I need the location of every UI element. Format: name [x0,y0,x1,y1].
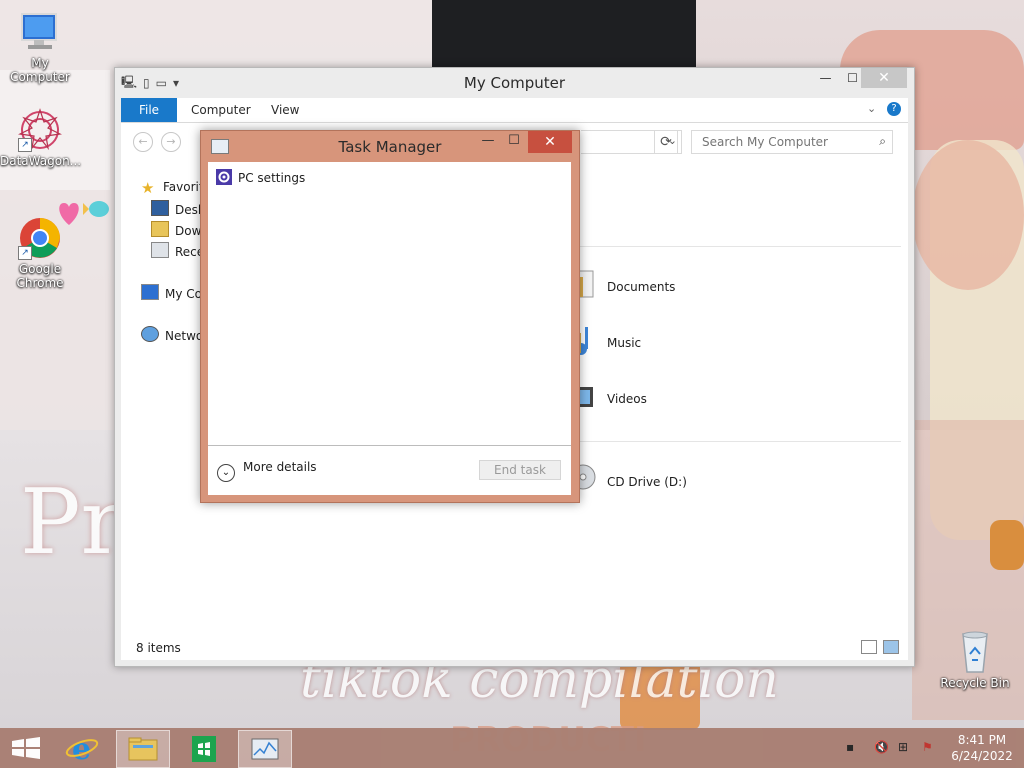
close-button[interactable]: ✕ [528,131,572,153]
maximize-button[interactable]: ☐ [503,131,525,153]
tab-view[interactable]: View [271,98,299,122]
refresh-button[interactable]: ⟳ [654,130,678,154]
folder-icon [128,737,158,761]
wallpaper-dark-panel [432,0,696,70]
desktop-icon-datawagon[interactable]: ↗ DataWagon... [0,108,82,168]
network-icon [141,326,159,342]
store-icon [192,736,216,762]
desktop-icon-label: Google Chrome [16,262,64,290]
network-status-icon[interactable]: ⊞ [898,740,908,754]
chevron-down-icon: ⌄ [217,464,235,482]
file-explorer-taskbar-button[interactable] [116,730,170,768]
flag-warning-icon[interactable]: ⚑ [922,740,933,754]
clock-date: 6/24/2022 [951,749,1013,763]
details-view-icon[interactable] [861,640,877,654]
library-item-videos[interactable]: Videos [607,392,647,406]
computer-small-icon [141,284,159,300]
system-clock[interactable]: 8:41 PM 6/24/2022 [950,732,1014,764]
desktop-icon-my-computer[interactable]: My Computer [0,10,80,84]
taskbar: e ▪ 🔇 ⊞ ⚑ 8:41 PM 6/24/2022 [0,728,1024,768]
divider [561,246,901,247]
app-row-pc-settings[interactable]: PC settings [216,168,305,188]
ribbon-tabs: File Computer View ⌄ ? [121,98,908,123]
task-manager-taskbar-button[interactable] [238,730,292,768]
status-bar: 8 items [121,632,908,660]
desktop-icon-recycle-bin[interactable]: Recycle Bin [935,630,1015,690]
end-task-button[interactable]: End task [479,460,561,480]
desktop-folder-icon [151,200,169,216]
desktop-icon-google-chrome[interactable]: ↗ Google Chrome [0,216,80,290]
gear-icon [216,169,232,185]
help-icon[interactable]: ? [887,102,901,116]
tab-computer[interactable]: Computer [191,98,251,122]
minimize-button[interactable]: — [812,68,839,88]
library-item-documents[interactable]: Documents [607,280,675,294]
desktop-icon-label: Recycle Bin [940,676,1010,690]
task-manager-titlebar[interactable]: Task Manager — ☐ ✕ [201,131,579,161]
expand-ribbon-chevron-icon[interactable]: ⌄ [867,102,876,115]
explorer-title: My Computer [463,74,566,92]
datawagon-logo-icon: ↗ [16,108,64,152]
desktop-icon-label: DataWagon... [0,154,82,168]
tab-file[interactable]: File [121,98,177,122]
explorer-titlebar[interactable]: 🖳 ▯ ▭ ▾ My Computer — ☐ ✕ [115,68,914,98]
shortcut-arrow-icon: ↗ [18,246,32,260]
wallpaper-face [912,140,1024,290]
action-center-icon[interactable]: ▪ [846,740,854,754]
item-count: 8 items [136,641,181,655]
chrome-icon: ↗ [16,216,64,260]
windows-logo-icon [12,737,40,759]
store-taskbar-button[interactable] [178,730,230,766]
recycle-bin-icon [951,630,999,674]
computer-icon [16,10,64,54]
volume-muted-icon[interactable]: 🔇 [874,740,889,754]
task-manager-body: PC settings ⌄ More details End task [208,162,571,495]
star-icon: ★ [141,179,155,197]
internet-explorer-icon: e [65,732,99,767]
app-name: PC settings [238,171,306,185]
svg-text:e: e [72,732,91,766]
forward-button[interactable]: → [161,132,181,152]
drive-item-cd-drive[interactable]: CD Drive (D:) [607,475,687,489]
minimize-button[interactable]: — [477,131,499,153]
more-details-label: More details [243,460,317,474]
search-input[interactable] [700,131,874,153]
recent-places-icon [151,242,169,258]
search-box[interactable]: ⌕ [691,130,893,154]
task-manager-footer: ⌄ More details End task [208,445,571,496]
task-manager-window: Task Manager — ☐ ✕ PC settings ⌄ More det… [200,130,580,503]
desktop-icon-label: My Computer [10,56,70,84]
back-button[interactable]: ← [133,132,153,152]
shortcut-arrow-icon: ↗ [18,138,32,152]
wallpaper-arm [990,520,1024,570]
downloads-folder-icon [151,221,169,237]
more-details-toggle[interactable]: ⌄ More details [217,460,317,482]
task-manager-icon [251,738,279,760]
divider [561,441,901,442]
library-item-music[interactable]: Music [607,336,641,350]
clock-time: 8:41 PM [957,733,1007,747]
search-icon[interactable]: ⌕ [879,134,886,149]
start-button[interactable] [0,730,52,766]
close-button[interactable]: ✕ [861,68,907,88]
large-icons-view-icon[interactable] [883,640,899,654]
internet-explorer-taskbar-button[interactable]: e [56,730,108,767]
